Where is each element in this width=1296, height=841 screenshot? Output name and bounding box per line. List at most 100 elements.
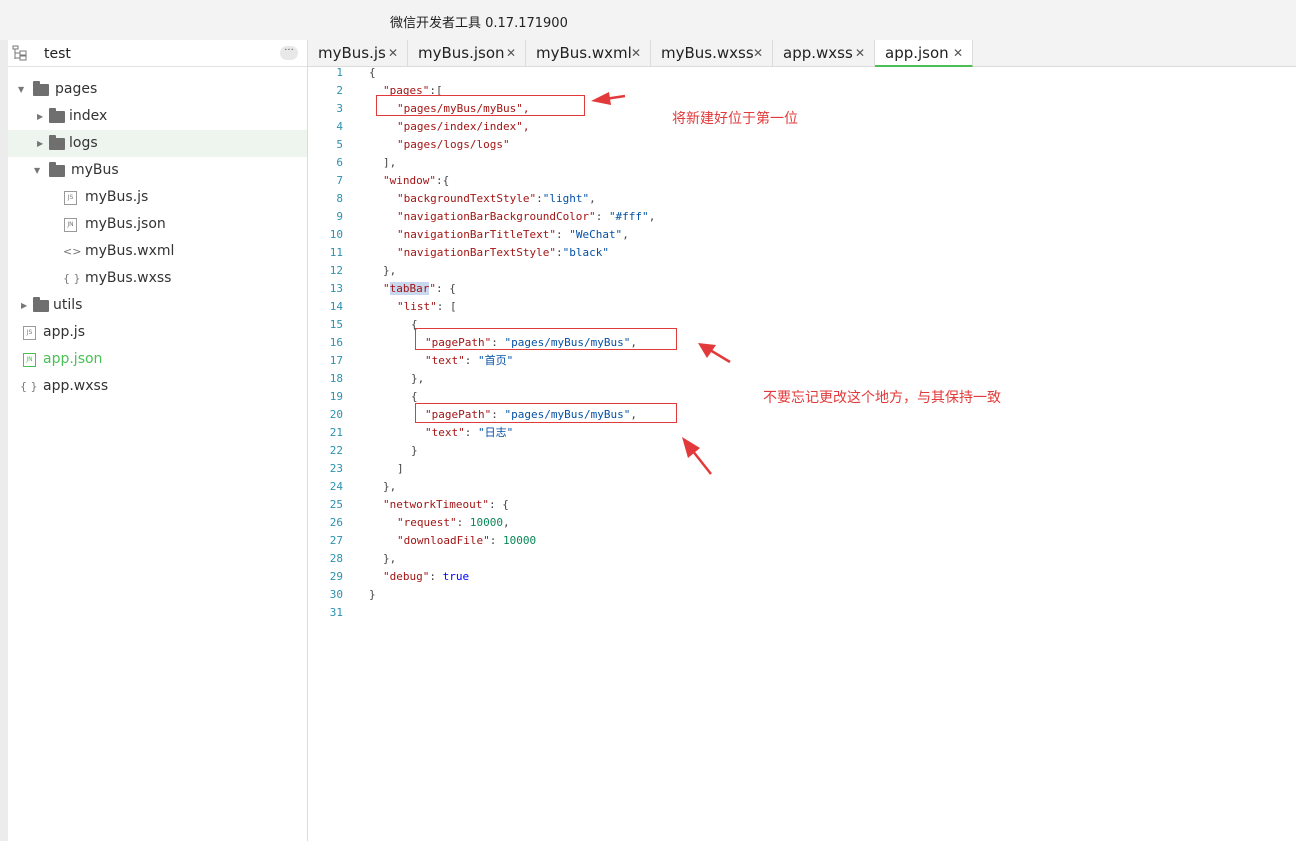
line-number: 7 bbox=[336, 174, 343, 187]
file-explorer: test ··· ▼ pages ▶ index ▶ logs ▼ myBus … bbox=[0, 40, 308, 841]
expanded-arrow-icon[interactable]: ▼ bbox=[34, 157, 40, 184]
tree-item-label: index bbox=[69, 108, 108, 124]
line-number: 27 bbox=[329, 534, 343, 547]
tree-item-utils[interactable]: ▶ utils bbox=[8, 292, 307, 319]
line-number: 1 bbox=[336, 66, 343, 79]
code-line: } bbox=[369, 588, 376, 601]
tab-mybus-wxml[interactable]: myBus.wxml ✕ bbox=[526, 40, 651, 67]
tree-item-mybus-js[interactable]: JS myBus.js bbox=[8, 184, 307, 211]
tab-label: app.wxss bbox=[783, 44, 853, 62]
code-punct: , bbox=[502, 516, 510, 529]
tree-item-label: utils bbox=[53, 297, 83, 313]
tree-item-app-wxss[interactable]: { } app.wxss bbox=[8, 373, 307, 400]
code-line: { bbox=[411, 390, 418, 403]
tab-mybus-js[interactable]: myBus.js ✕ bbox=[308, 40, 408, 67]
line-number: 28 bbox=[329, 552, 343, 565]
collapsed-arrow-icon[interactable]: ▶ bbox=[21, 292, 27, 319]
line-number: 13 bbox=[329, 282, 343, 295]
line-number: 25 bbox=[329, 498, 343, 511]
json-key: "networkTimeout" bbox=[383, 498, 489, 511]
code-punct: , bbox=[622, 228, 629, 241]
tab-label: myBus.wxss bbox=[661, 44, 754, 62]
code-punct: : bbox=[489, 534, 503, 547]
line-number: 11 bbox=[329, 246, 343, 259]
tree-item-mybus-json[interactable]: JN myBus.json bbox=[8, 211, 307, 238]
line-number: 15 bbox=[329, 318, 343, 331]
json-key: "downloadFile" bbox=[397, 534, 490, 547]
close-icon[interactable]: ✕ bbox=[953, 40, 963, 66]
json-key: "backgroundTextStyle" bbox=[397, 192, 537, 205]
highlight-box bbox=[415, 328, 677, 350]
code-punct: , bbox=[589, 192, 596, 205]
sidebar-edge bbox=[0, 40, 8, 841]
folder-icon bbox=[49, 135, 65, 150]
tree-item-mybus-wxml[interactable]: <> myBus.wxml bbox=[8, 238, 307, 265]
tree-item-mybus-wxss[interactable]: { } myBus.wxss bbox=[8, 265, 307, 292]
tree-item-app-js[interactable]: JS app.js bbox=[8, 319, 307, 346]
line-number: 2 bbox=[336, 84, 343, 97]
tree-structure-icon[interactable] bbox=[12, 45, 28, 61]
code-line: "debug": true bbox=[383, 571, 469, 583]
tab-label: myBus.wxml bbox=[536, 44, 632, 62]
code-line: } bbox=[411, 444, 418, 457]
json-key: "window" bbox=[383, 174, 436, 187]
tree-item-logs[interactable]: ▶ logs bbox=[8, 130, 307, 157]
tree-item-pages[interactable]: ▼ pages bbox=[8, 76, 307, 103]
close-icon[interactable]: ✕ bbox=[388, 40, 398, 66]
tab-label: app.json bbox=[885, 44, 949, 62]
code-line: "navigationBarTextStyle":"black" bbox=[397, 247, 609, 259]
tab-mybus-json[interactable]: myBus.json ✕ bbox=[408, 40, 526, 67]
wxss-file-icon: { } bbox=[63, 272, 81, 285]
json-key: "text" bbox=[425, 354, 465, 367]
more-options-button[interactable]: ··· bbox=[280, 46, 298, 60]
close-icon[interactable]: ✕ bbox=[855, 40, 865, 66]
tree-item-mybus[interactable]: ▼ myBus bbox=[8, 157, 307, 184]
line-number: 10 bbox=[329, 228, 343, 241]
line-number: 17 bbox=[329, 354, 343, 367]
tree-item-index[interactable]: ▶ index bbox=[8, 103, 307, 130]
highlight-box bbox=[376, 95, 585, 116]
collapsed-arrow-icon[interactable]: ▶ bbox=[37, 103, 43, 130]
line-number: 3 bbox=[336, 102, 343, 115]
tree-item-label: myBus.js bbox=[85, 189, 149, 205]
wxml-file-icon: <> bbox=[63, 245, 82, 258]
code-punct: " bbox=[383, 282, 390, 295]
tab-label: myBus.json bbox=[418, 44, 505, 62]
json-value: true bbox=[442, 570, 470, 583]
code-line: "text": "首页" bbox=[425, 355, 513, 367]
tree-item-app-json[interactable]: JN app.json bbox=[8, 346, 307, 373]
code-punct: : bbox=[464, 426, 478, 439]
collapsed-arrow-icon[interactable]: ▶ bbox=[37, 130, 43, 157]
code-punct: : bbox=[555, 246, 563, 259]
line-number: 5 bbox=[336, 138, 343, 151]
json-value: "#fff" bbox=[608, 210, 649, 223]
tree-item-label: pages bbox=[55, 81, 98, 97]
line-number: 16 bbox=[329, 336, 343, 349]
tab-mybus-wxss[interactable]: myBus.wxss ✕ bbox=[651, 40, 773, 67]
json-value: "black" bbox=[562, 246, 609, 259]
tree-item-label: app.json bbox=[43, 351, 103, 367]
json-value: "首页" bbox=[478, 354, 514, 367]
line-number: 22 bbox=[329, 444, 343, 457]
line-number: 4 bbox=[336, 120, 343, 133]
code-line: "downloadFile": 10000 bbox=[397, 535, 536, 547]
expanded-arrow-icon[interactable]: ▼ bbox=[18, 76, 24, 103]
tab-label: myBus.js bbox=[318, 44, 386, 62]
line-number: 23 bbox=[329, 462, 343, 475]
code-line: "window":{ bbox=[383, 175, 449, 187]
close-icon[interactable]: ✕ bbox=[506, 40, 516, 66]
code-line: "networkTimeout": { bbox=[383, 499, 509, 511]
code-line: "backgroundTextStyle":"light", bbox=[397, 193, 596, 205]
annotation-note: 不要忘记更改这个地方，与其保持一致 bbox=[763, 390, 1001, 406]
annotation-note: 将新建好位于第一位 bbox=[672, 111, 798, 127]
tab-app-wxss[interactable]: app.wxss ✕ bbox=[773, 40, 875, 67]
tree-item-label: myBus bbox=[71, 162, 119, 178]
json-key: "navigationBarTextStyle" bbox=[397, 246, 556, 259]
code-editor[interactable]: 1{ 2 "pages":[ 3 "pages/myBus/myBus", 4 "pa… bbox=[308, 67, 1296, 841]
code-line: "text": "日志" bbox=[425, 427, 513, 439]
close-icon[interactable]: ✕ bbox=[753, 40, 763, 66]
code-line: "navigationBarTitleText": "WeChat", bbox=[397, 229, 629, 241]
tab-app-json[interactable]: app.json ✕ bbox=[875, 40, 973, 67]
code-line: }, bbox=[411, 372, 425, 385]
close-icon[interactable]: ✕ bbox=[631, 40, 641, 66]
